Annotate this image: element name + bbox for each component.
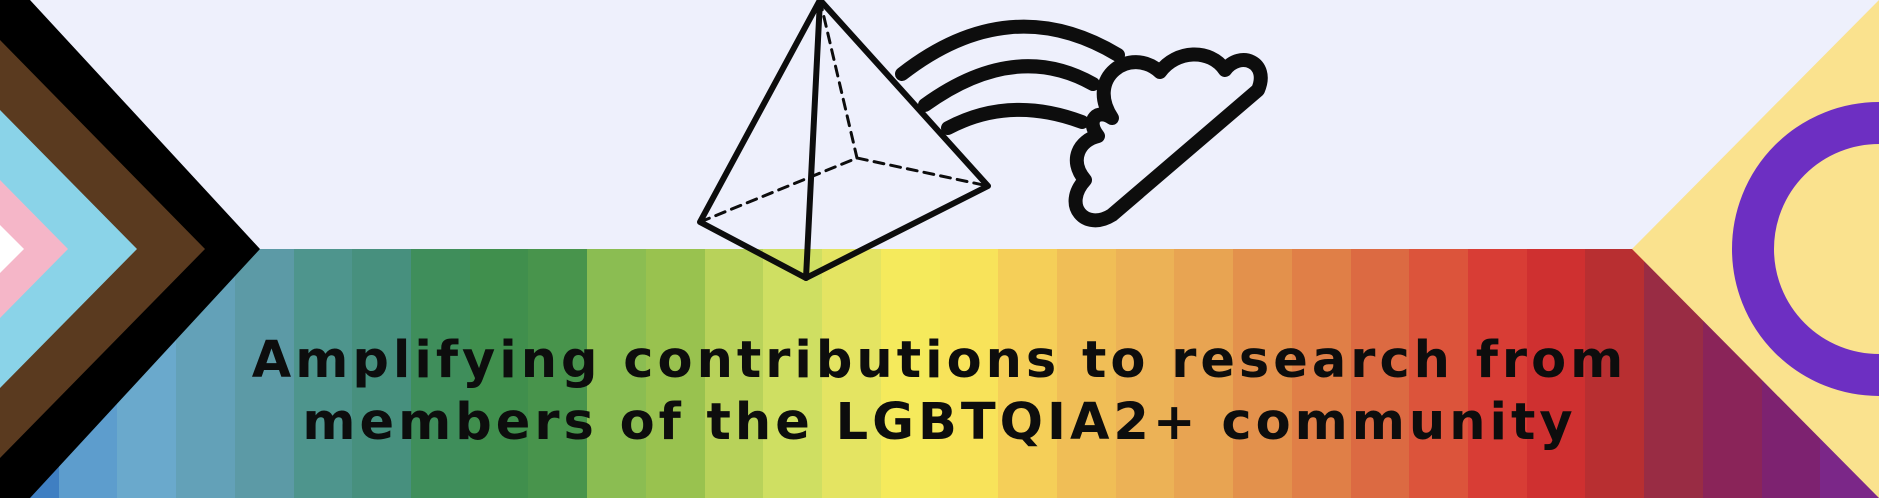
headline-line-2: members of the LGBTQIA2+ community — [302, 393, 1577, 452]
headline-line-1: Amplifying contributions to research fro… — [251, 331, 1628, 390]
pride-research-banner: Amplifying contributions to research fro… — [0, 0, 1879, 498]
rainbow-cloud-icon — [895, 19, 1268, 228]
